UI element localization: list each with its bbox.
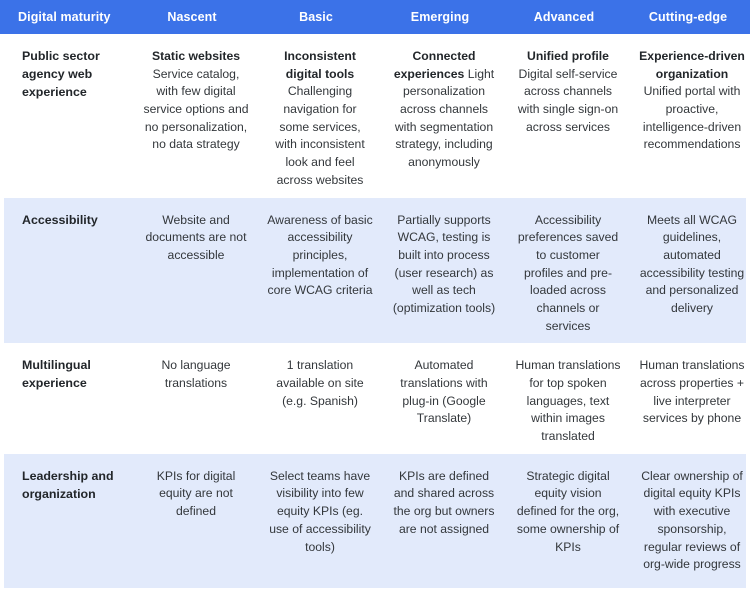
table-body: Public sector agency web experience Stat…: [0, 34, 750, 593]
table-cell: Partially supports WCAG, testing is buil…: [382, 198, 506, 344]
table-cell: Automated translations with plug-in (Goo…: [382, 343, 506, 453]
table-cell: KPIs for digital equity are not defined: [134, 454, 258, 588]
cell-lead: Static websites: [151, 49, 241, 63]
cell-body: Human translations for top spoken langua…: [515, 358, 621, 444]
row-label-accessibility: Accessibility: [22, 212, 98, 227]
table-cell: No language translations: [134, 343, 258, 453]
cell-lead: Connected experiences: [393, 49, 476, 81]
cell-body: Light personalization across channels wi…: [394, 66, 495, 170]
digital-maturity-matrix: Digital maturity Nascent Basic Emerging …: [0, 0, 750, 588]
table-cell: KPIs are defined and shared across the o…: [382, 454, 506, 588]
table-cell: Experience-driven organization Unified p…: [630, 34, 750, 198]
table-cell: Meets all WCAG guidelines, automated acc…: [630, 198, 750, 344]
cell-body: Meets all WCAG guidelines, automated acc…: [639, 212, 745, 315]
cell-body: No language translations: [161, 358, 231, 390]
cell-body: 1 translation available on site (e.g. Sp…: [276, 358, 364, 408]
cell-lead: Experience-driven organization: [639, 49, 745, 81]
table-cell: Static websites Service catalog, with fe…: [134, 34, 258, 198]
table-cell: Connected experiences Light personalizat…: [382, 34, 506, 198]
cell-body: Clear ownership of digital equity KPIs w…: [641, 468, 743, 572]
table-cell: Unified profile Digital self-service acr…: [506, 34, 630, 198]
table-cell: Select teams have visibility into few eq…: [258, 454, 382, 588]
cell-body: Strategic digital equity vision defined …: [516, 468, 620, 554]
cell-body: KPIs are defined and shared across the o…: [393, 468, 495, 536]
table-cell: Website and documents are not accessible: [134, 198, 258, 344]
table-row: Public sector agency web experience Stat…: [4, 34, 746, 198]
row-label-web-experience: Public sector agency web experience: [22, 49, 100, 99]
row-label-multilingual-experience: Multilingual experience: [22, 358, 91, 391]
cell-body: Human translations across properties + l…: [639, 358, 745, 426]
cell-body: Challenging navigation for some services…: [275, 84, 365, 187]
cell-body: KPIs for digital equity are not defined: [156, 468, 236, 519]
table-header-row: Digital maturity Nascent Basic Emerging …: [0, 0, 750, 34]
table-cell: Inconsistent digital tools Challenging n…: [258, 34, 382, 198]
column-header-emerging: Emerging: [410, 10, 470, 24]
table-cell: Human translations for top spoken langua…: [506, 343, 630, 453]
column-header-advanced: Advanced: [533, 10, 595, 24]
table-cell: 1 translation available on site (e.g. Sp…: [258, 343, 382, 453]
column-header-nascent: Nascent: [167, 10, 217, 24]
table-cell: Strategic digital equity vision defined …: [506, 454, 630, 588]
cell-body: Accessibility preferences saved to custo…: [517, 212, 619, 333]
table-row: Accessibility Website and documents are …: [4, 197, 746, 344]
cell-body: Automated translations with plug-in (Goo…: [400, 358, 488, 426]
cell-body: Partially supports WCAG, testing is buil…: [392, 212, 496, 315]
column-header-cutting-edge: Cutting-edge: [648, 10, 728, 24]
row-label-leadership-and-organization: Leadership and organization: [22, 468, 114, 501]
cell-body: Service catalog, with few digital servic…: [143, 66, 249, 152]
table-cell: Awareness of basic accessibility princip…: [258, 198, 382, 344]
cell-lead: Unified profile: [527, 49, 609, 63]
cell-body: Unified portal with proactive, intellige…: [642, 84, 742, 152]
cell-body: Select teams have visibility into few eq…: [269, 468, 371, 554]
column-header-basic: Basic: [299, 10, 333, 24]
table-cell: Clear ownership of digital equity KPIs w…: [630, 454, 750, 588]
cell-body: Digital self-service across channels wit…: [517, 66, 619, 134]
cell-body: Awareness of basic accessibility princip…: [267, 212, 373, 298]
table-cell: Accessibility preferences saved to custo…: [506, 198, 630, 344]
cell-body: Website and documents are not accessible: [145, 212, 247, 262]
table-cell: Human translations across properties + l…: [630, 343, 750, 453]
cell-lead: Inconsistent digital tools: [284, 49, 356, 81]
table-row: Leadership and organization KPIs for dig…: [4, 453, 746, 588]
table-row: Multilingual experience No language tran…: [4, 343, 746, 454]
column-header-digital-maturity: Digital maturity: [18, 10, 111, 24]
